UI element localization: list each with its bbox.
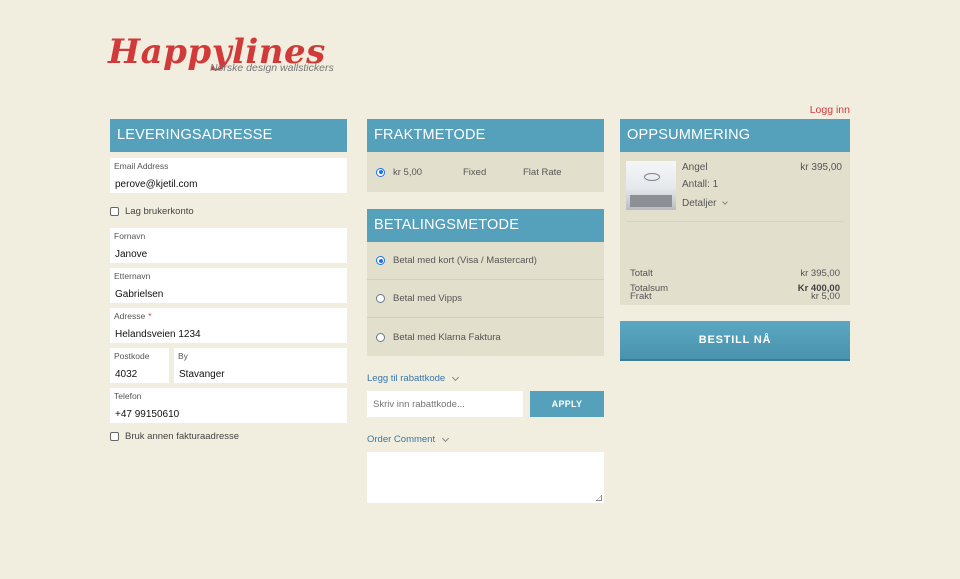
coupon-toggle[interactable]: Legg til rabattkode [367, 373, 604, 384]
first-name-field[interactable]: Fornavn [110, 228, 347, 263]
payment-options: Betal med kort (Visa / Mastercard) Betal… [367, 242, 604, 356]
comment-textarea[interactable] [367, 452, 604, 503]
phone-input[interactable] [115, 409, 342, 420]
chevron-down-icon [452, 373, 460, 381]
city-input[interactable] [179, 369, 342, 380]
first-name-label: Fornavn [114, 231, 146, 241]
postcode-city-row: Postkode By [110, 348, 347, 383]
place-order-button[interactable]: BESTILL NÅ [620, 321, 850, 361]
checkbox-box[interactable] [110, 206, 119, 216]
brand-logo[interactable]: Happylines Norske design wallstickers [108, 32, 334, 78]
shipping-title: FRAKTMETODE [367, 119, 604, 152]
apply-coupon-button[interactable]: APPLY [530, 391, 604, 417]
create-account-checkbox[interactable]: Lag brukerkonto [110, 204, 347, 218]
comment-toggle-label: Order Comment [367, 434, 436, 445]
payment-title: BETALINGSMETODE [367, 209, 604, 242]
other-billing-checkbox[interactable]: Bruk annen fakturaadresse [110, 429, 347, 443]
other-billing-label: Bruk annen fakturaadresse [125, 430, 240, 442]
summary-divider [626, 221, 844, 222]
last-name-input[interactable] [115, 289, 342, 300]
postcode-label: Postkode [114, 351, 150, 361]
required-mark: * [148, 311, 152, 321]
shipping-radio[interactable] [376, 167, 385, 177]
payment-radio[interactable] [376, 332, 385, 342]
payment-label: Betal med Klarna Faktura [393, 331, 501, 343]
checkbox-box[interactable] [110, 431, 119, 441]
subtotal-value: kr 395,00 [800, 268, 840, 279]
subtotal-row: Totalt kr 395,00 [630, 268, 840, 279]
product-image [626, 161, 676, 210]
comment-toggle[interactable]: Order Comment [367, 434, 604, 445]
coupon-toggle-label: Legg til rabattkode [367, 373, 446, 384]
product-details-toggle[interactable]: Detaljer [682, 198, 729, 209]
address-field[interactable]: Adresse * [110, 308, 347, 343]
chevron-down-icon [442, 434, 450, 442]
total-label: Totalsum [630, 283, 669, 294]
product-name: Angel [682, 162, 708, 173]
shipping-name: Flat Rate [523, 166, 562, 178]
payment-radio[interactable] [376, 294, 385, 303]
shipping-type: Fixed [463, 166, 487, 178]
payment-option-card[interactable]: Betal med kort (Visa / Mastercard) [367, 242, 604, 280]
brand-tagline: Norske design wallstickers [210, 62, 334, 74]
total-row: Totalsum Kr 400,00 [630, 283, 840, 294]
city-field[interactable]: By [174, 348, 347, 383]
create-account-label: Lag brukerkonto [125, 205, 194, 217]
email-field[interactable]: Email Address [110, 158, 347, 193]
postcode-input[interactable] [115, 369, 164, 380]
coupon-row: APPLY [367, 391, 604, 417]
phone-field[interactable]: Telefon [110, 388, 347, 423]
chevron-down-icon [722, 199, 729, 205]
delivery-title: LEVERINGSADRESSE [110, 119, 347, 152]
product-quantity: Antall: 1 [682, 179, 719, 190]
shipping-payment-section: FRAKTMETODE kr 5,00 Fixed Flat Rate BETA… [367, 119, 604, 503]
shipping-option[interactable]: kr 5,00 Fixed Flat Rate [367, 152, 604, 192]
wallsticker-art [644, 173, 660, 181]
address-input[interactable] [115, 329, 342, 340]
postcode-field[interactable]: Postkode [110, 348, 169, 383]
resize-grip-icon[interactable] [596, 495, 602, 501]
last-name-field[interactable]: Etternavn [110, 268, 347, 303]
delivery-section: LEVERINGSADRESSE Email Address Lag bruke… [110, 119, 347, 443]
login-link[interactable]: Logg inn [810, 104, 850, 116]
payment-option-klarna[interactable]: Betal med Klarna Faktura [367, 318, 604, 356]
details-label: Detaljer [682, 198, 717, 209]
product-price: kr 395,00 [800, 162, 842, 173]
payment-radio[interactable] [376, 256, 385, 265]
subtotal-label: Totalt [630, 268, 653, 279]
address-label: Adresse * [114, 311, 152, 321]
coupon-input[interactable] [367, 391, 523, 417]
payment-label: Betal med Vipps [393, 293, 463, 304]
first-name-input[interactable] [115, 249, 342, 260]
payment-option-vipps[interactable]: Betal med Vipps [367, 280, 604, 318]
city-label: By [178, 351, 188, 361]
total-value: Kr 400,00 [797, 283, 840, 294]
bed-shape [630, 195, 672, 207]
email-input[interactable] [115, 179, 342, 190]
shipping-price: kr 5,00 [393, 166, 423, 178]
last-name-label: Etternavn [114, 271, 151, 281]
phone-label: Telefon [114, 391, 142, 401]
email-label: Email Address [114, 161, 169, 171]
summary-title: OPPSUMMERING [620, 119, 850, 152]
summary-section: OPPSUMMERING Angel kr 395,00 Antall: 1 D… [620, 119, 850, 305]
payment-label: Betal med kort (Visa / Mastercard) [393, 255, 537, 266]
